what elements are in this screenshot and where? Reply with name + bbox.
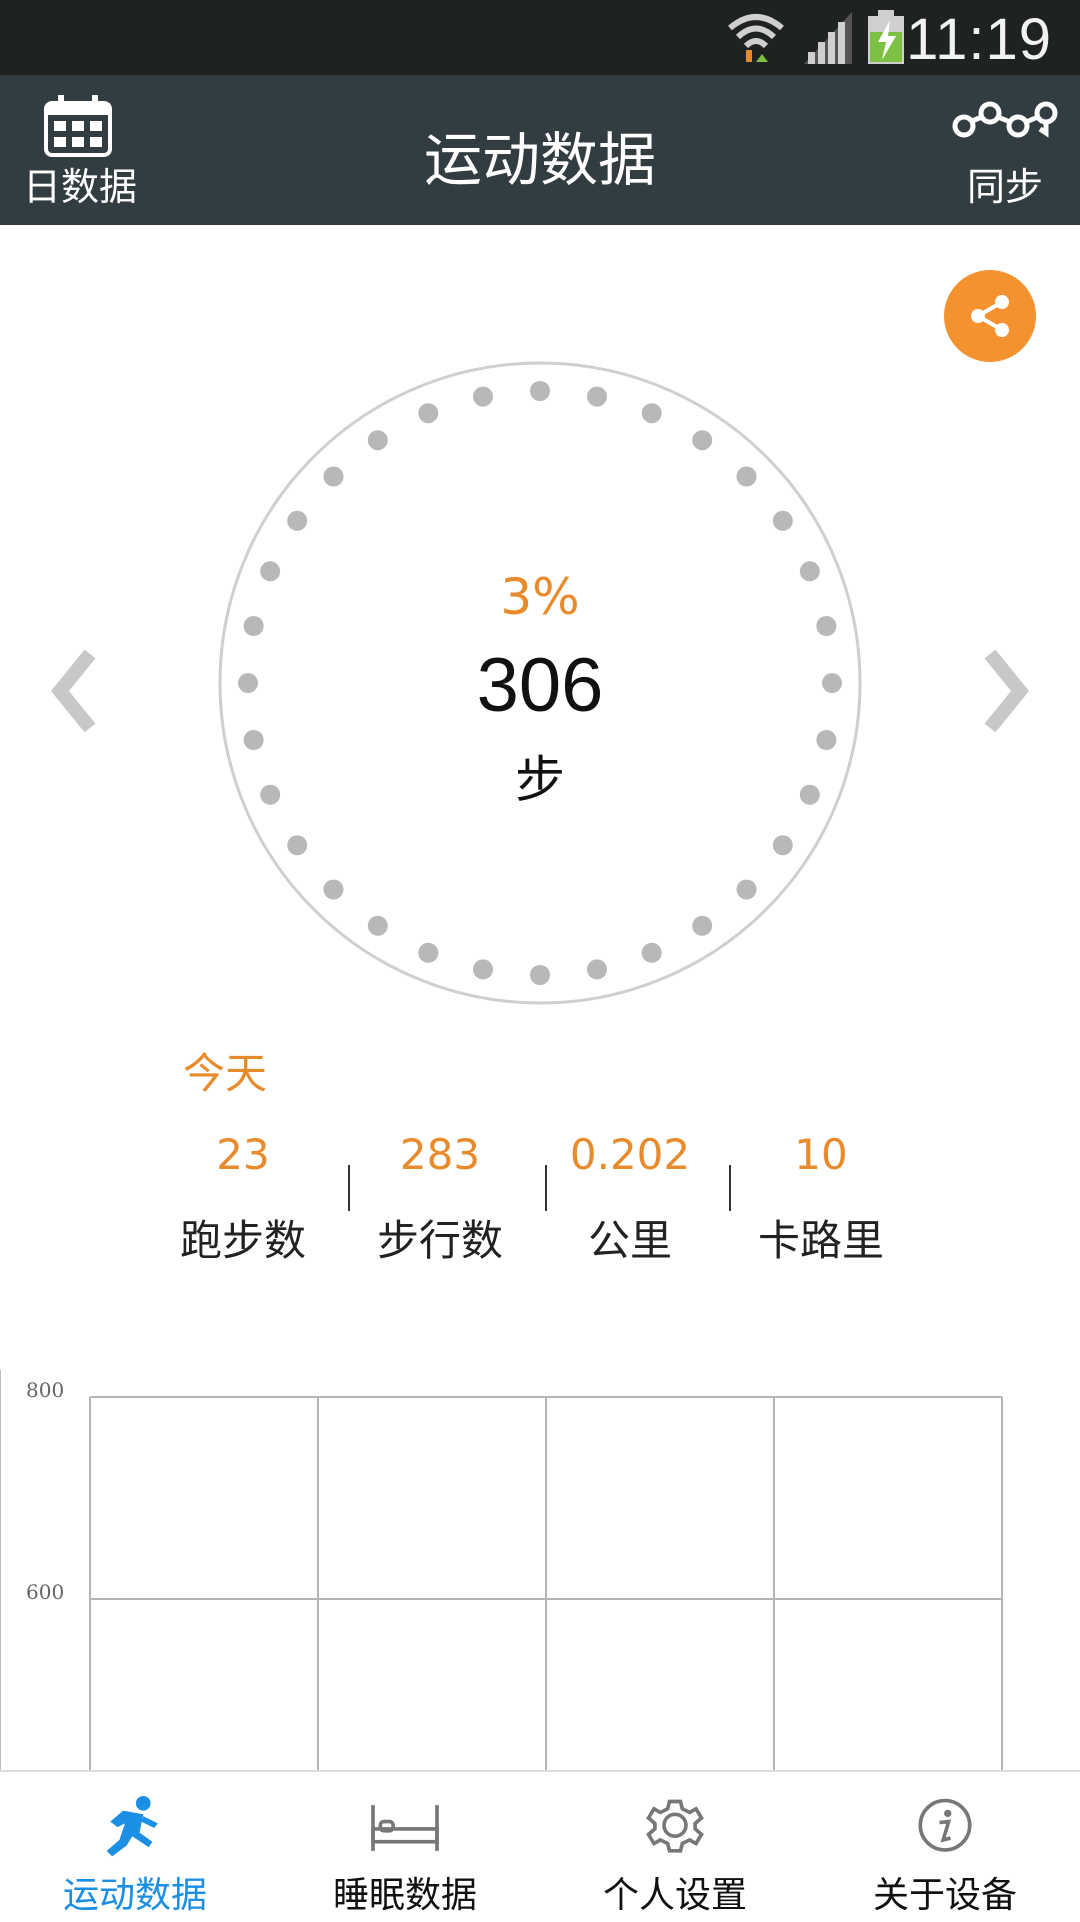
sync-icon [952,101,1058,138]
gear-icon [646,1799,704,1853]
tab-about-device[interactable]: 关于设备 [810,1772,1080,1922]
ring-dot [323,466,344,487]
clock: 11:19 [906,7,1052,72]
bottom-tab-bar: 运动数据 睡眠数据 个人设置 关于设备 [0,1770,1080,1922]
y-tick-label: 600 [26,1580,64,1604]
tab-activity-data[interactable]: 运动数据 [0,1772,270,1922]
sync-label: 同步 [966,165,1043,209]
goal-percent: 3% [500,568,580,626]
calorie-value: 10 [794,1130,848,1179]
share-button[interactable] [944,270,1036,362]
ring-dot [692,915,713,936]
page-title: 运动数据 [423,126,656,194]
distance-label: 公里 [587,1216,672,1265]
ring-dot [367,915,388,936]
share-icon [971,295,1009,337]
ring-dot [418,403,439,424]
wifi-icon [728,14,784,62]
tab-label: 关于设备 [872,1875,1017,1916]
ring-dot [323,879,344,900]
walk-count-value: 283 [399,1130,481,1179]
tab-sleep-data[interactable]: 睡眠数据 [270,1772,540,1922]
distance-stat: 0.202 公里 [540,1125,720,1268]
ring-dot [530,965,550,985]
ring-dot [736,879,757,900]
activity-chart: 800 600 [0,1370,1003,1770]
tab-personal-settings[interactable]: 个人设置 [540,1772,810,1922]
ring-dot [473,959,493,980]
ring-dot [692,430,713,451]
step-unit: 步 [515,751,565,809]
run-count-label: 跑步数 [179,1216,306,1265]
period-label: 今天 [183,1049,268,1098]
ring-dot [641,942,662,963]
ring-dot [772,835,793,856]
ring-dot [530,381,550,401]
ring-dot [287,835,308,856]
ring-dot [587,959,607,980]
ring-dot [641,403,662,424]
ring-dot [772,510,793,531]
battery-icon [868,10,904,64]
walk-count-label: 步行数 [376,1216,503,1265]
ring-dot [473,386,493,407]
tab-label: 运动数据 [62,1875,207,1916]
y-tick-label: 800 [26,1378,64,1402]
sync-button[interactable]: 同步 [940,91,1070,211]
tab-label: 个人设置 [602,1875,747,1916]
distance-value: 0.202 [569,1130,691,1179]
run-count-value: 23 [216,1130,270,1179]
app-header: 日数据 运动数据 同步 [0,75,1080,225]
walk-stat: 283 步行数 [350,1125,530,1268]
status-bar: 11:19 [0,0,1080,75]
tab-label: 睡眠数据 [332,1875,477,1916]
ring-dot [367,430,388,451]
ring-dot [418,942,439,963]
calorie-label: 卡路里 [757,1216,884,1265]
info-icon [918,1798,972,1852]
ring-dot [287,510,308,531]
step-count: 306 [476,643,604,728]
calorie-stat: 10 卡路里 [731,1125,911,1268]
signal-icon [804,12,852,64]
ring-dot [736,466,757,487]
run-stat: 23 跑步数 [153,1125,333,1268]
running-icon [106,1796,158,1857]
ring-dot [587,386,607,407]
bed-icon [371,1805,439,1851]
